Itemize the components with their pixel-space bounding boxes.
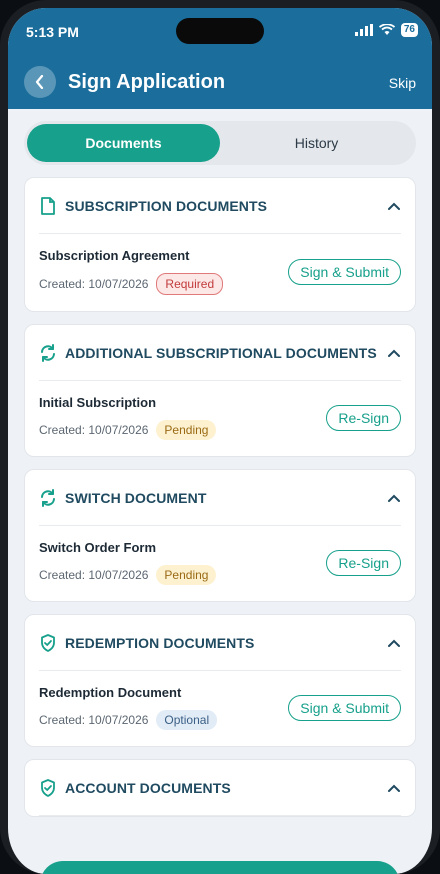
created-date: Created: 10/07/2026 xyxy=(39,423,149,437)
re-sign-button[interactable]: Re-Sign xyxy=(326,549,401,576)
section-title: ADDITIONAL SUBSCRIPTIONAL DOCUMENTS xyxy=(65,344,377,361)
battery-indicator: 76 xyxy=(400,23,418,37)
document-info: Subscription Agreement Created: 10/07/20… xyxy=(39,248,288,295)
shield-check-icon xyxy=(39,633,57,652)
section-additional-subscriptional-documents: ADDITIONAL SUBSCRIPTIONAL DOCUMENTS Init… xyxy=(24,324,416,457)
section-title: ACCOUNT DOCUMENTS xyxy=(65,779,231,796)
document-name: Subscription Agreement xyxy=(39,248,190,263)
dynamic-island xyxy=(176,18,264,44)
wifi-icon xyxy=(378,24,395,35)
document-name: Initial Subscription xyxy=(39,395,157,410)
document-meta: Created: 10/07/2026 Pending xyxy=(39,420,326,440)
section-header[interactable]: SWITCH DOCUMENT xyxy=(39,470,401,526)
shield-check-icon xyxy=(39,778,57,797)
section-title: SUBSCRIPTION DOCUMENTS xyxy=(65,197,268,214)
skip-button[interactable]: Skip xyxy=(389,75,416,91)
tab-history[interactable]: History xyxy=(220,124,413,162)
refresh-icon xyxy=(39,343,57,362)
document-meta: Created: 10/07/2026 Optional xyxy=(39,710,288,730)
status-icons: 76 xyxy=(354,23,418,37)
page-title: Sign Application xyxy=(68,71,226,93)
section-header[interactable]: REDEMPTION DOCUMENTS xyxy=(39,615,401,671)
document-meta: Created: 10/07/2026 Required xyxy=(39,273,288,295)
chevron-up-icon[interactable] xyxy=(387,636,401,650)
document-info: Switch Order Form Created: 10/07/2026 Pe… xyxy=(39,540,326,585)
document-info: Initial Subscription Created: 10/07/2026… xyxy=(39,395,326,440)
section-redemption-documents: REDEMPTION DOCUMENTS Redemption Document… xyxy=(24,614,416,747)
document-row: Initial Subscription Created: 10/07/2026… xyxy=(39,381,401,456)
document-row: Redemption Document Created: 10/07/2026 … xyxy=(39,671,401,746)
status-badge: Pending xyxy=(156,565,217,585)
created-date: Created: 10/07/2026 xyxy=(39,277,149,291)
phone-frame: 5:13 PM 76 Sign Application Skip Documen… xyxy=(0,0,440,874)
refresh-icon xyxy=(39,488,57,507)
section-title: REDEMPTION DOCUMENTS xyxy=(65,634,255,651)
status-badge: Pending xyxy=(156,420,217,440)
tab-documents[interactable]: Documents xyxy=(27,124,220,162)
chevron-up-icon[interactable] xyxy=(387,346,401,360)
status-badge: Required xyxy=(156,273,224,295)
back-button[interactable] xyxy=(24,66,56,98)
sign-submit-button[interactable]: Sign & Submit xyxy=(288,258,401,285)
re-sign-button[interactable]: Re-Sign xyxy=(326,404,401,431)
document-row: Switch Order Form Created: 10/07/2026 Pe… xyxy=(39,526,401,601)
document-name: Redemption Document xyxy=(39,685,182,700)
sign-submit-button[interactable]: Sign & Submit xyxy=(288,694,401,721)
section-title: SWITCH DOCUMENT xyxy=(65,489,207,506)
main-content: Documents History SUBSCRIPTION DOCUMENTS… xyxy=(8,109,432,874)
document-icon xyxy=(39,196,57,215)
document-meta: Created: 10/07/2026 Pending xyxy=(39,565,326,585)
status-badge: Optional xyxy=(156,710,218,730)
status-time: 5:13 PM xyxy=(26,24,79,40)
created-date: Created: 10/07/2026 xyxy=(39,713,149,727)
signal-icon xyxy=(354,24,373,36)
section-header[interactable]: ADDITIONAL SUBSCRIPTIONAL DOCUMENTS xyxy=(39,325,401,381)
document-info: Redemption Document Created: 10/07/2026 … xyxy=(39,685,288,730)
chevron-up-icon[interactable] xyxy=(387,781,401,795)
section-switch-document: SWITCH DOCUMENT Switch Order Form Create… xyxy=(24,469,416,602)
status-bar: 5:13 PM 76 xyxy=(8,8,432,58)
chevron-left-icon xyxy=(35,75,44,89)
continue-button[interactable]: Continue xyxy=(40,861,400,874)
section-account-documents: ACCOUNT DOCUMENTS xyxy=(24,759,416,817)
section-header[interactable]: ACCOUNT DOCUMENTS xyxy=(39,760,401,816)
document-name: Switch Order Form xyxy=(39,540,157,555)
chevron-up-icon[interactable] xyxy=(387,199,401,213)
app-header: 5:13 PM 76 Sign Application Skip xyxy=(8,8,432,109)
chevron-up-icon[interactable] xyxy=(387,491,401,505)
section-subscription-documents: SUBSCRIPTION DOCUMENTS Subscription Agre… xyxy=(24,177,416,312)
title-bar: Sign Application Skip xyxy=(8,63,432,103)
tab-bar: Documents History xyxy=(24,121,416,165)
created-date: Created: 10/07/2026 xyxy=(39,568,149,582)
document-row: Subscription Agreement Created: 10/07/20… xyxy=(39,234,401,311)
section-header[interactable]: SUBSCRIPTION DOCUMENTS xyxy=(39,178,401,234)
